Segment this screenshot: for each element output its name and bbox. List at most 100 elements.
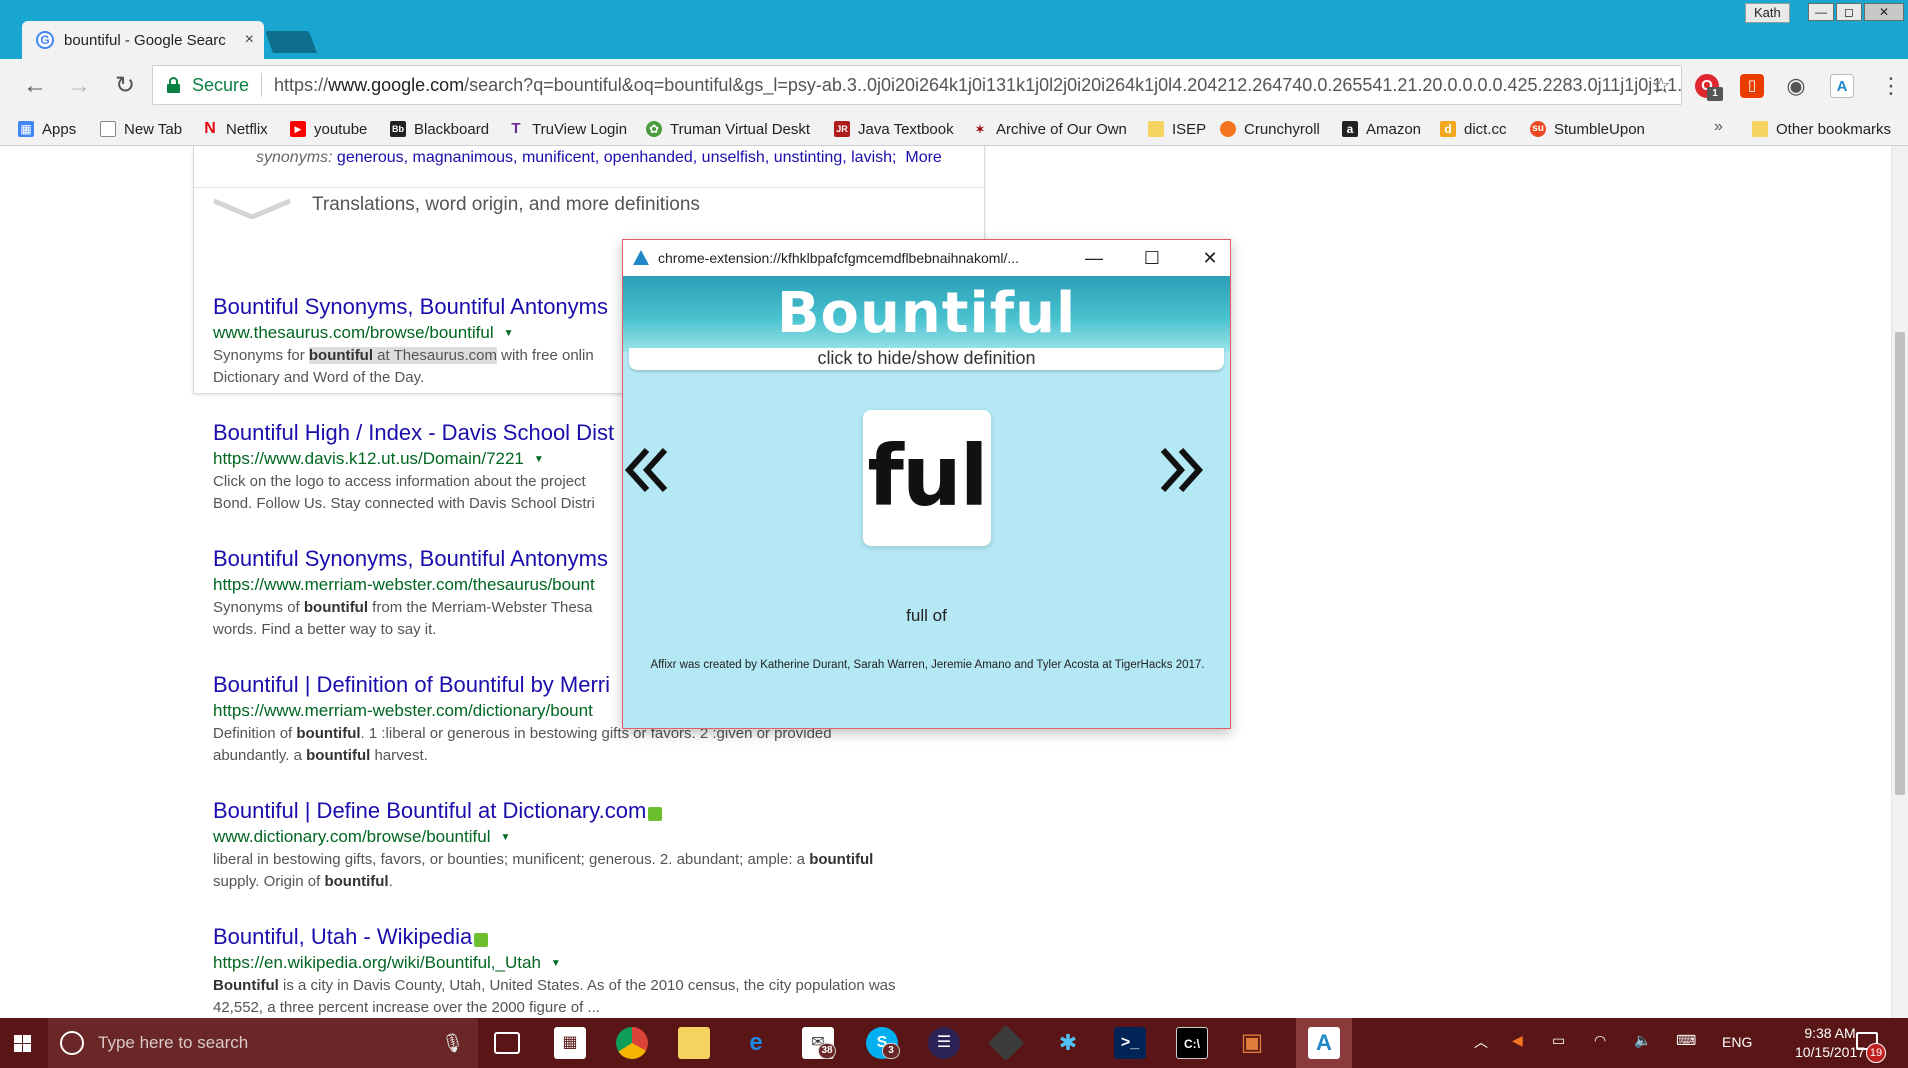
result-url-text[interactable]: https://www.merriam-webster.com/thesauru… [213, 575, 595, 594]
bookmark-youtube[interactable]: ▶ youtube [290, 118, 367, 140]
keyboard-icon[interactable]: ⌨ [1676, 1032, 1696, 1049]
window-minimize-button[interactable]: — [1808, 3, 1834, 21]
result-title-link[interactable]: Bountiful Synonyms, Bountiful Antonyms [213, 294, 608, 320]
volume-icon[interactable]: 🔈 [1634, 1032, 1651, 1049]
extension-badge: 1 [1707, 87, 1723, 101]
verified-site-icon [474, 932, 489, 947]
affixr-taskbar-icon[interactable]: A [1308, 1027, 1340, 1059]
bookmarks-overflow-chevron-icon[interactable]: » [1714, 118, 1723, 136]
result-title-link[interactable]: Bountiful High / Index - Davis School Di… [213, 420, 614, 446]
synonym-link[interactable]: magnanimous, [413, 149, 518, 166]
bookmark-label: Archive of Our Own [996, 120, 1127, 138]
result-title-link[interactable]: Bountiful | Definition of Bountiful by M… [213, 672, 610, 698]
edge-icon[interactable]: e [740, 1027, 772, 1059]
bookmark-netflix[interactable]: N Netflix [202, 118, 267, 140]
bookmark-star-icon[interactable]: ☆ [1651, 73, 1671, 99]
bookmark-java-textbook[interactable]: JR Java Textbook [834, 118, 954, 140]
folder-icon [1148, 121, 1164, 137]
more-synonyms-link[interactable]: More [905, 149, 941, 166]
popup-maximize-button[interactable]: ☐ [1134, 244, 1170, 272]
word-title: Bountiful [776, 281, 1077, 346]
profile-user-button[interactable]: Kath [1745, 3, 1790, 23]
synonym-link[interactable]: munificent, [522, 149, 599, 166]
affix-card[interactable]: ful [863, 410, 991, 546]
popup-minimize-button[interactable]: — [1076, 244, 1112, 272]
dropdown-caret-icon[interactable]: ▼ [504, 328, 514, 339]
task-view-icon[interactable] [494, 1032, 520, 1054]
result-title-link[interactable]: Bountiful Synonyms, Bountiful Antonyms [213, 546, 608, 572]
new-tab-button[interactable] [264, 31, 318, 53]
bookmark-new-tab[interactable]: New Tab [100, 118, 182, 140]
more-definitions-link[interactable]: Translations, word origin, and more defi… [312, 194, 700, 216]
battery-icon[interactable]: ▭ [1552, 1032, 1565, 1049]
powershell-icon[interactable]: >_ [1114, 1027, 1146, 1059]
chrome-menu-icon[interactable]: ⋮ [1880, 73, 1902, 99]
store-icon[interactable]: ▦ [554, 1027, 586, 1059]
window-maximize-button[interactable]: ◻ [1836, 3, 1862, 21]
result-url-text[interactable]: www.dictionary.com/browse/bountiful [213, 827, 490, 846]
office-extension-icon[interactable]: ▯ [1740, 74, 1764, 98]
popup-title-bar[interactable]: chrome-extension://kfhklbpafcfgmcemdflbe… [623, 240, 1230, 276]
windows-start-icon[interactable] [0, 1018, 44, 1068]
result-title-link[interactable]: Bountiful | Define Bountiful at Dictiona… [213, 798, 646, 824]
bookmark-truview[interactable]: T TruView Login [508, 118, 627, 140]
omnibox-divider [261, 73, 263, 97]
taskbar-search-box[interactable]: Type here to search 🎙 [48, 1018, 478, 1068]
tray-overflow-chevron-icon[interactable]: ︿ [1474, 1032, 1488, 1052]
opera-vpn-extension-icon[interactable]: O1 [1695, 74, 1723, 101]
synonym-link[interactable]: lavish; [851, 149, 896, 166]
affixr-extension-icon[interactable]: A [1830, 74, 1854, 98]
result-url-text[interactable]: https://www.merriam-webster.com/dictiona… [213, 701, 593, 720]
chrome-icon[interactable] [616, 1027, 648, 1059]
expand-chevron-icon[interactable] [212, 199, 292, 219]
eye-extension-icon[interactable]: ◉ [1784, 74, 1808, 98]
tray-app-icon[interactable]: ◀ [1512, 1032, 1523, 1049]
browser-tab-active[interactable]: G bountiful - Google Searc × [22, 21, 264, 59]
previous-chevron-icon[interactable] [623, 444, 671, 496]
bookmark-archive-of-our-own[interactable]: ✶ Archive of Our Own [972, 118, 1127, 140]
result-url-text[interactable]: www.thesaurus.com/browse/bountiful [213, 323, 494, 342]
bookmark-dictcc[interactable]: d dict.cc [1440, 118, 1507, 140]
result-url-text[interactable]: https://www.davis.k12.ut.us/Domain/7221 [213, 449, 524, 468]
dropdown-caret-icon[interactable]: ▼ [500, 832, 510, 843]
file-explorer-icon[interactable] [678, 1027, 710, 1059]
scrollbar-thumb[interactable] [1895, 332, 1905, 795]
back-arrow-icon[interactable]: ← [20, 71, 50, 101]
tab-close-icon[interactable]: × [245, 31, 254, 49]
git-icon[interactable] [987, 1024, 1025, 1062]
notification-count-badge: 19 [1866, 1043, 1886, 1063]
microphone-icon[interactable]: 🎙 [441, 1033, 464, 1054]
command-prompt-icon[interactable]: C:\ [1176, 1027, 1208, 1059]
bookmark-truman-virtual-desktop[interactable]: ✿ Truman Virtual Deskt [646, 118, 810, 140]
page-scrollbar[interactable] [1891, 146, 1908, 1018]
toggle-definition-button[interactable]: click to hide/show definition [629, 348, 1224, 370]
mail-icon[interactable]: ✉ 38 [802, 1027, 836, 1059]
result-url-text[interactable]: https://en.wikipedia.org/wiki/Bountiful,… [213, 953, 541, 972]
network-app-icon[interactable]: ✱ [1052, 1027, 1084, 1059]
synonym-link[interactable]: openhanded, [604, 149, 697, 166]
synonym-link[interactable]: unstinting, [774, 149, 847, 166]
result-title-link[interactable]: Bountiful, Utah - Wikipedia [213, 924, 472, 950]
language-indicator[interactable]: ENG [1722, 1034, 1752, 1050]
skype-icon[interactable]: S3 [866, 1027, 900, 1059]
bookmark-amazon[interactable]: a Amazon [1342, 118, 1421, 140]
bookmark-stumbleupon[interactable]: su StumbleUpon [1530, 118, 1645, 140]
eclipse-icon[interactable]: ☰ [928, 1027, 960, 1059]
dropdown-caret-icon[interactable]: ▼ [551, 958, 561, 969]
synonym-link[interactable]: unselfish, [702, 149, 770, 166]
popup-close-button[interactable]: ✕ [1192, 244, 1228, 272]
window-close-button[interactable]: ✕ [1864, 3, 1904, 21]
next-chevron-icon[interactable] [1157, 444, 1205, 496]
bookmark-other-bookmarks[interactable]: Other bookmarks [1752, 118, 1891, 140]
wifi-icon[interactable]: ◠ [1594, 1032, 1606, 1049]
dropdown-caret-icon[interactable]: ▼ [534, 454, 544, 465]
sublime-text-icon[interactable]: ▣ [1236, 1027, 1268, 1059]
synonym-link[interactable]: generous, [337, 149, 408, 166]
bookmark-apps[interactable]: ▦ Apps [18, 118, 76, 140]
forward-arrow-icon[interactable]: → [64, 71, 94, 101]
bookmark-isep[interactable]: ISEP [1148, 118, 1206, 140]
bookmark-blackboard[interactable]: Bb Blackboard [390, 118, 489, 140]
address-bar[interactable]: Secure https://www.google.com/search?q=b… [152, 65, 1682, 105]
reload-icon[interactable]: ↻ [110, 71, 140, 101]
bookmark-crunchyroll[interactable]: Crunchyroll [1220, 118, 1320, 140]
